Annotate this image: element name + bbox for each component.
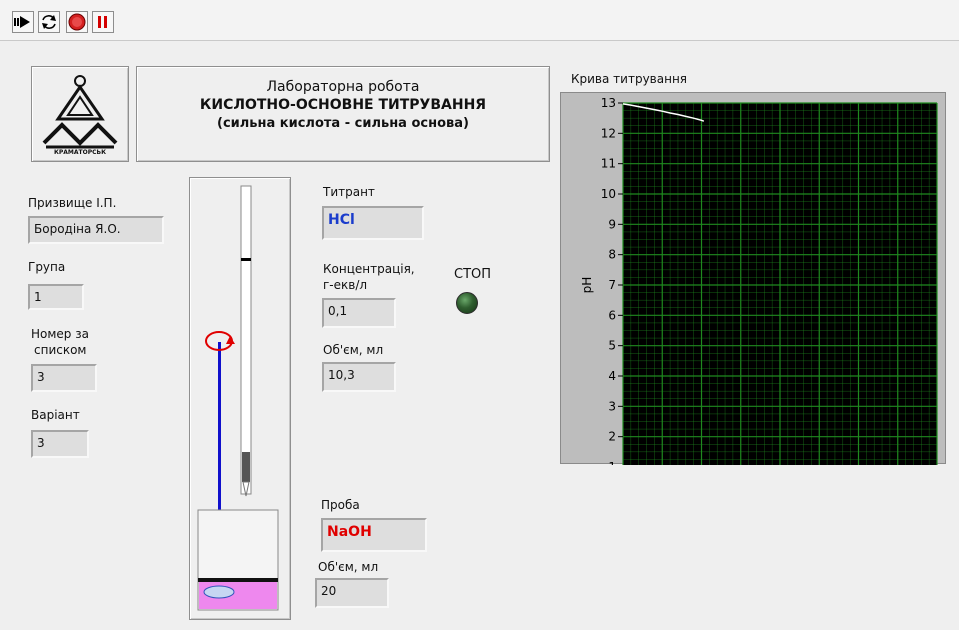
y-tick-label: 11 xyxy=(601,157,616,171)
stop-label: СТОП xyxy=(454,267,492,282)
titrant-volume-field[interactable]: 10,3 xyxy=(322,362,396,392)
sample-volume-field[interactable]: 20 xyxy=(315,578,389,608)
university-logo xyxy=(42,75,118,149)
name-label: Призвище І.П. xyxy=(28,196,117,210)
stirrer-blade xyxy=(203,585,235,599)
run-continuously-button[interactable] xyxy=(38,11,60,33)
logo-caption: КРАМАТОРСЬК xyxy=(53,149,107,156)
logo-panel: КРАМАТОРСЬК xyxy=(31,66,129,162)
y-tick-label: 4 xyxy=(608,369,616,383)
sample-label: Проба xyxy=(321,498,360,512)
titrant-field[interactable]: HCl xyxy=(322,206,424,240)
stop-led-button[interactable] xyxy=(456,292,478,314)
run-continuously-icon xyxy=(42,15,56,29)
sample-volume-label: Об'єм, мл xyxy=(318,560,379,574)
y-tick-label: 6 xyxy=(608,308,616,322)
y-tick-label: 13 xyxy=(601,96,616,110)
y-tick-label: 5 xyxy=(608,339,616,353)
list-number-field[interactable]: 3 xyxy=(31,364,97,392)
y-tick-label: 2 xyxy=(608,430,616,444)
y-tick-label: 10 xyxy=(601,187,616,201)
y-tick-label: 9 xyxy=(608,217,616,231)
titrant-volume-label: Об'єм, мл xyxy=(323,343,384,357)
liquid-surface xyxy=(198,578,278,582)
titrant-label: Титрант xyxy=(323,185,375,199)
concentration-label-2: г-екв/л xyxy=(323,278,368,292)
list-number-label-1: Номер за xyxy=(31,327,89,341)
y-tick-label: 3 xyxy=(608,399,616,413)
lab-title-line2: КИСЛОТНО-ОСНОВНЕ ТИТРУВАННЯ xyxy=(199,97,487,113)
y-tick-label: 12 xyxy=(601,126,616,140)
pause-icon xyxy=(98,16,107,28)
group-label: Група xyxy=(28,260,66,274)
apparatus-drawing xyxy=(197,185,279,611)
y-tick-label: 8 xyxy=(608,248,616,262)
titration-apparatus xyxy=(189,177,291,620)
burette-stopcock xyxy=(242,452,250,482)
burette-level-mark xyxy=(241,258,251,261)
abort-icon xyxy=(68,13,86,31)
variant-label: Варіант xyxy=(31,408,80,422)
variant-field[interactable]: 3 xyxy=(31,430,89,458)
title-panel: Лабораторна робота КИСЛОТНО-ОСНОВНЕ ТИТР… xyxy=(136,66,550,162)
abort-button[interactable] xyxy=(66,11,88,33)
sample-field[interactable]: NaOH xyxy=(321,518,427,552)
y-tick-label: 1 xyxy=(608,460,616,465)
run-arrow-icon xyxy=(14,16,30,28)
name-field[interactable]: Бородіна Я.О. xyxy=(28,216,164,244)
toolbar xyxy=(0,0,959,41)
list-number-label-2: списком xyxy=(34,343,87,357)
lab-title-line1: Лабораторна робота xyxy=(266,79,420,95)
titration-chart: 051015202530354012345678910111213Об'єм, … xyxy=(580,96,945,502)
concentration-field[interactable]: 0,1 xyxy=(322,298,396,328)
lab-title-line3: (сильна кислота - сильна основа) xyxy=(217,116,469,131)
concentration-label-1: Концентрація, xyxy=(323,262,415,276)
group-field[interactable]: 1 xyxy=(28,284,84,310)
y-tick-label: 7 xyxy=(608,278,616,292)
y-axis-label: pH xyxy=(580,277,594,294)
chart-frame: 051015202530354012345678910111213Об'єм, … xyxy=(560,92,946,502)
burette-tube xyxy=(240,185,252,495)
pause-button[interactable] xyxy=(92,11,114,33)
run-button[interactable] xyxy=(12,11,34,33)
chart-title: Крива титрування xyxy=(571,72,688,86)
